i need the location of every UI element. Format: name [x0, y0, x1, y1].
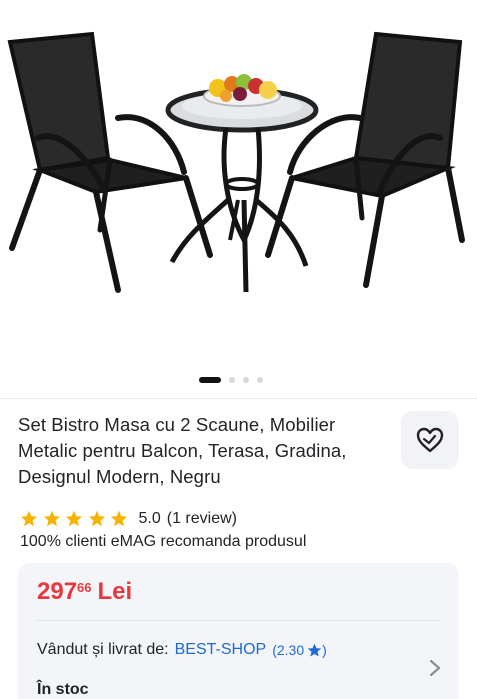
product-image-gallery[interactable]: [0, 0, 477, 398]
seller-name-link[interactable]: BEST-SHOP: [175, 641, 267, 659]
review-count-link[interactable]: (1 review): [167, 510, 237, 528]
product-title: Set Bistro Masa cu 2 Scaune, Mobilier Me…: [18, 414, 347, 487]
gallery-pagination: [0, 376, 477, 384]
seller-label: Vândut și livrat de:: [37, 641, 169, 658]
star-icon: [88, 510, 105, 527]
gallery-dot-active[interactable]: [198, 377, 221, 383]
star-icon: [65, 510, 83, 527]
product-photo: [7, 31, 465, 293]
seller-score: (2.30 ): [272, 642, 327, 658]
product-rating[interactable]: 5.0 (1 review): [20, 509, 237, 529]
gallery-dot[interactable]: [256, 377, 263, 383]
seller-info[interactable]: Vândut și livrat de: BEST-SHOP (2.30 ): [37, 641, 327, 659]
price-currency: Lei: [97, 578, 133, 605]
seller-score-value: (2.30: [272, 642, 305, 658]
product-price: 297 66 Lei: [37, 578, 132, 606]
add-to-favorites-button[interactable]: [401, 411, 459, 469]
star-icon: [20, 510, 38, 527]
rating-value: 5.0: [138, 510, 161, 527]
star-icon: [307, 643, 322, 656]
seller-score-close: ): [322, 642, 327, 658]
price-decimals: 66: [77, 580, 92, 595]
section-divider: [0, 398, 477, 399]
recommendation-text: 100% clienti eMAG recomanda produsul: [20, 533, 307, 550]
stock-status: În stoc: [37, 681, 89, 698]
gallery-dot[interactable]: [242, 377, 249, 383]
offer-card: 297 66 Lei Vândut și livrat de: BEST-SHO…: [18, 563, 459, 699]
star-icon: [110, 510, 128, 527]
chevron-right-icon[interactable]: [428, 658, 442, 678]
price-integer: 297: [37, 578, 78, 605]
offer-divider: [36, 620, 441, 621]
gallery-dot[interactable]: [228, 377, 235, 383]
heart-outline-icon: [416, 427, 444, 453]
star-icon: [43, 510, 60, 527]
